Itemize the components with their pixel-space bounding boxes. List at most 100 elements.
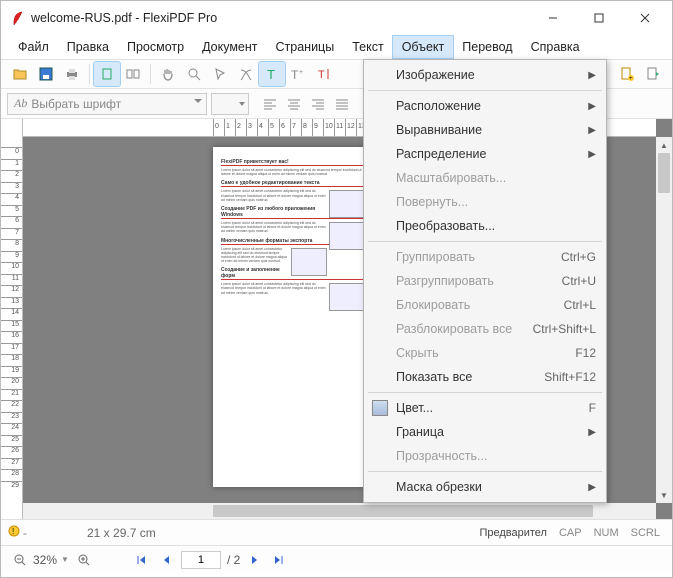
menu-shortcut: F12	[575, 346, 596, 360]
menu-item: Скрыть F12	[366, 341, 604, 365]
menu-item-label: Цвет...	[396, 401, 433, 415]
scroll-thumb[interactable]	[213, 505, 593, 517]
page-thumbnail	[329, 222, 365, 250]
menu-item: Масштабировать...	[366, 166, 604, 190]
pdf-page: FlexiPDF приветствует вас! Lorem ipsum do…	[213, 147, 373, 487]
status-bar-lower: 32% ▼ / 2	[1, 545, 672, 573]
menu-страницы[interactable]: Страницы	[267, 36, 344, 58]
page-input[interactable]	[181, 551, 221, 569]
vertical-text-tool-button[interactable]: T	[311, 62, 337, 86]
align-center-button[interactable]	[283, 94, 305, 114]
menu-item-label: Прозрачность...	[396, 449, 487, 463]
svg-text:T: T	[267, 67, 275, 82]
page-dimensions: 21 x 29.7 cm	[87, 526, 156, 540]
crop-tool-button[interactable]	[233, 62, 259, 86]
menu-item: Прозрачность...	[366, 444, 604, 468]
menu-item: БлокироватьCtrl+L	[366, 293, 604, 317]
preview-label[interactable]: Предварител	[473, 527, 553, 539]
menu-объект[interactable]: Объект	[393, 36, 454, 58]
hint-icon: !	[7, 524, 21, 541]
svg-text:+: +	[299, 69, 303, 76]
open-button[interactable]	[7, 62, 33, 86]
submenu-arrow-icon: ▶	[588, 70, 596, 81]
maximize-button[interactable]	[576, 3, 622, 33]
menu-правка[interactable]: Правка	[58, 36, 118, 58]
hand-tool-button[interactable]	[155, 62, 181, 86]
svg-text:T: T	[291, 68, 299, 82]
menu-shortcut: F	[589, 401, 596, 415]
scroll-down-icon[interactable]: ▼	[656, 487, 672, 503]
menu-item-label: Скрыть	[396, 346, 439, 360]
color-swatch-icon	[372, 400, 388, 416]
menu-item[interactable]: Выравнивание▶	[366, 118, 604, 142]
num-indicator: NUM	[588, 527, 625, 539]
menu-документ[interactable]: Документ	[193, 36, 266, 58]
menu-просмотр[interactable]: Просмотр	[118, 36, 193, 58]
view-single-button[interactable]	[94, 62, 120, 86]
zoom-value[interactable]: 32%	[33, 553, 57, 567]
menu-item-label: Расположение	[396, 99, 481, 113]
next-page-button[interactable]	[246, 551, 264, 569]
titlebar: welcome-RUS.pdf - FlexiPDF Pro	[1, 1, 672, 35]
print-button[interactable]	[59, 62, 85, 86]
minimize-button[interactable]	[530, 3, 576, 33]
prev-page-button[interactable]	[157, 551, 175, 569]
vertical-ruler: 0123456789101112131415161718192021222324…	[1, 119, 23, 519]
scroll-up-icon[interactable]: ▲	[656, 137, 672, 153]
page-body: Lorem ipsum dolor sit amet consectetur a…	[221, 221, 365, 234]
menu-item[interactable]: Цвет... F	[366, 396, 604, 420]
zoom-in-button[interactable]	[75, 551, 93, 569]
align-right-button[interactable]	[307, 94, 329, 114]
menu-item[interactable]: Расположение ▶	[366, 94, 604, 118]
close-button[interactable]	[622, 3, 668, 33]
page-thumbnail	[329, 190, 365, 218]
font-picker[interactable]: Ab Выбрать шрифт	[7, 93, 207, 115]
page-total: / 2	[227, 553, 240, 567]
menu-item[interactable]: Маска обрезки▶	[366, 475, 604, 499]
menu-item: Разблокировать всеCtrl+Shift+L	[366, 317, 604, 341]
text-tool-button[interactable]: T	[259, 62, 285, 86]
menu-item[interactable]: Показать всеShift+F12	[366, 365, 604, 389]
font-size-picker[interactable]	[211, 93, 249, 115]
separator	[89, 64, 90, 84]
menu-item[interactable]: Изображение▶	[366, 63, 604, 87]
menubar: ФайлПравкаПросмотрДокументСтраницыТекстО…	[1, 35, 672, 59]
vertical-scrollbar[interactable]: ▲ ▼	[656, 137, 672, 503]
menu-файл[interactable]: Файл	[9, 36, 58, 58]
menu-справка[interactable]: Справка	[522, 36, 589, 58]
scrl-indicator: SCRL	[625, 527, 666, 539]
last-page-button[interactable]	[270, 551, 288, 569]
zoom-tool-button[interactable]	[181, 62, 207, 86]
scroll-thumb[interactable]	[658, 153, 670, 193]
page-thumbnail	[291, 248, 327, 276]
font-prefix-icon: Ab	[14, 96, 27, 111]
align-justify-button[interactable]	[331, 94, 353, 114]
chevron-down-icon[interactable]: ▼	[61, 555, 69, 564]
submenu-arrow-icon: ▶	[588, 101, 596, 112]
menu-перевод[interactable]: Перевод	[453, 36, 521, 58]
horizontal-scrollbar[interactable]	[23, 503, 656, 519]
align-left-button[interactable]	[259, 94, 281, 114]
zoom-out-button[interactable]	[11, 551, 29, 569]
menu-item[interactable]: Распределение▶	[366, 142, 604, 166]
hint-dash: -	[23, 526, 27, 540]
menu-текст[interactable]: Текст	[343, 36, 392, 58]
new-page-button[interactable]: +	[614, 62, 640, 86]
text-plus-tool-button[interactable]: T+	[285, 62, 311, 86]
export-button[interactable]	[640, 62, 666, 86]
menu-item[interactable]: Граница▶	[366, 420, 604, 444]
save-button[interactable]	[33, 62, 59, 86]
page-thumbnail	[329, 283, 365, 311]
menu-shortcut: Ctrl+L	[564, 298, 596, 312]
select-tool-button[interactable]	[207, 62, 233, 86]
page-heading: FlexiPDF приветствует вас!	[221, 159, 365, 166]
submenu-arrow-icon: ▶	[588, 125, 596, 136]
first-page-button[interactable]	[133, 551, 151, 569]
menu-item-label: Маска обрезки	[396, 480, 482, 494]
view-facing-button[interactable]	[120, 62, 146, 86]
window-title: welcome-RUS.pdf - FlexiPDF Pro	[31, 11, 530, 25]
menu-item: Повернуть...	[366, 190, 604, 214]
menu-item[interactable]: Преобразовать...	[366, 214, 604, 238]
menu-item-label: Масштабировать...	[396, 171, 506, 185]
page-nav: / 2	[133, 551, 288, 569]
